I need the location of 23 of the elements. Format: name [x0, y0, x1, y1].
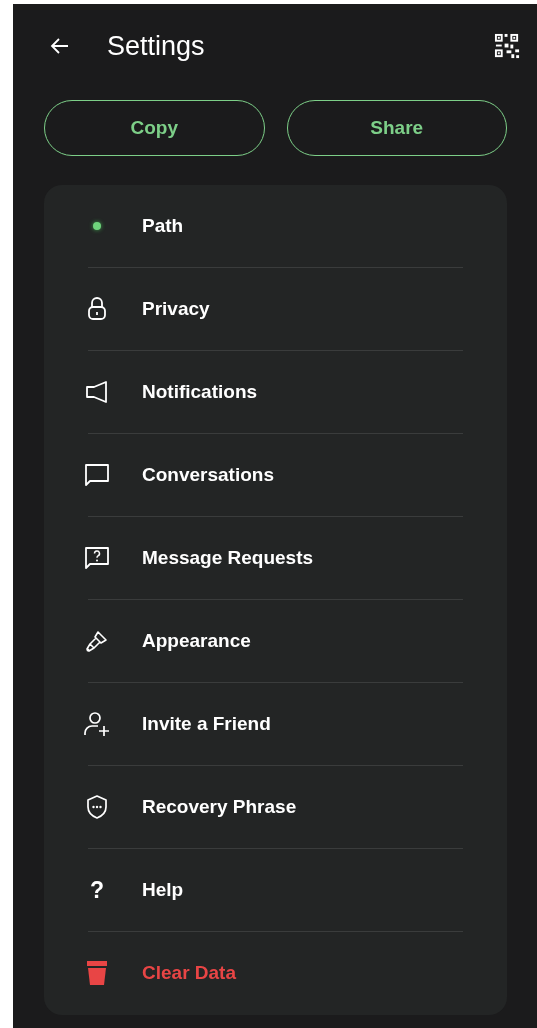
- menu-item[interactable]: Invite a Friend: [142, 713, 271, 735]
- menu-item[interactable]: Appearance: [142, 630, 251, 652]
- add-person-icon: [83, 711, 111, 737]
- trash-icon: [86, 960, 108, 986]
- help-icon: ?: [89, 878, 105, 902]
- menu-item[interactable]: Help: [142, 879, 184, 901]
- question-bubble-icon: [84, 546, 110, 570]
- menu-item[interactable]: Privacy: [142, 298, 210, 320]
- menu-item[interactable]: Path: [142, 215, 184, 237]
- menu-item[interactable]: Clear Data: [142, 962, 236, 984]
- menu-item[interactable]: Notifications: [142, 381, 258, 403]
- menu-item[interactable]: Conversations: [142, 464, 274, 486]
- paintbrush-icon: [84, 628, 110, 654]
- qr-code-icon[interactable]: [494, 32, 521, 60]
- menu-item[interactable]: Message Requests: [142, 547, 314, 569]
- status-dot-icon: [93, 222, 101, 230]
- back-icon[interactable]: [50, 36, 70, 56]
- megaphone-icon: [85, 381, 109, 403]
- menu-item[interactable]: Recovery Phrase: [142, 796, 297, 818]
- chat-bubble-icon: [84, 463, 110, 487]
- shield-icon: [85, 794, 109, 820]
- screen-title: Settings: [107, 30, 206, 62]
- lock-icon: [87, 297, 107, 321]
